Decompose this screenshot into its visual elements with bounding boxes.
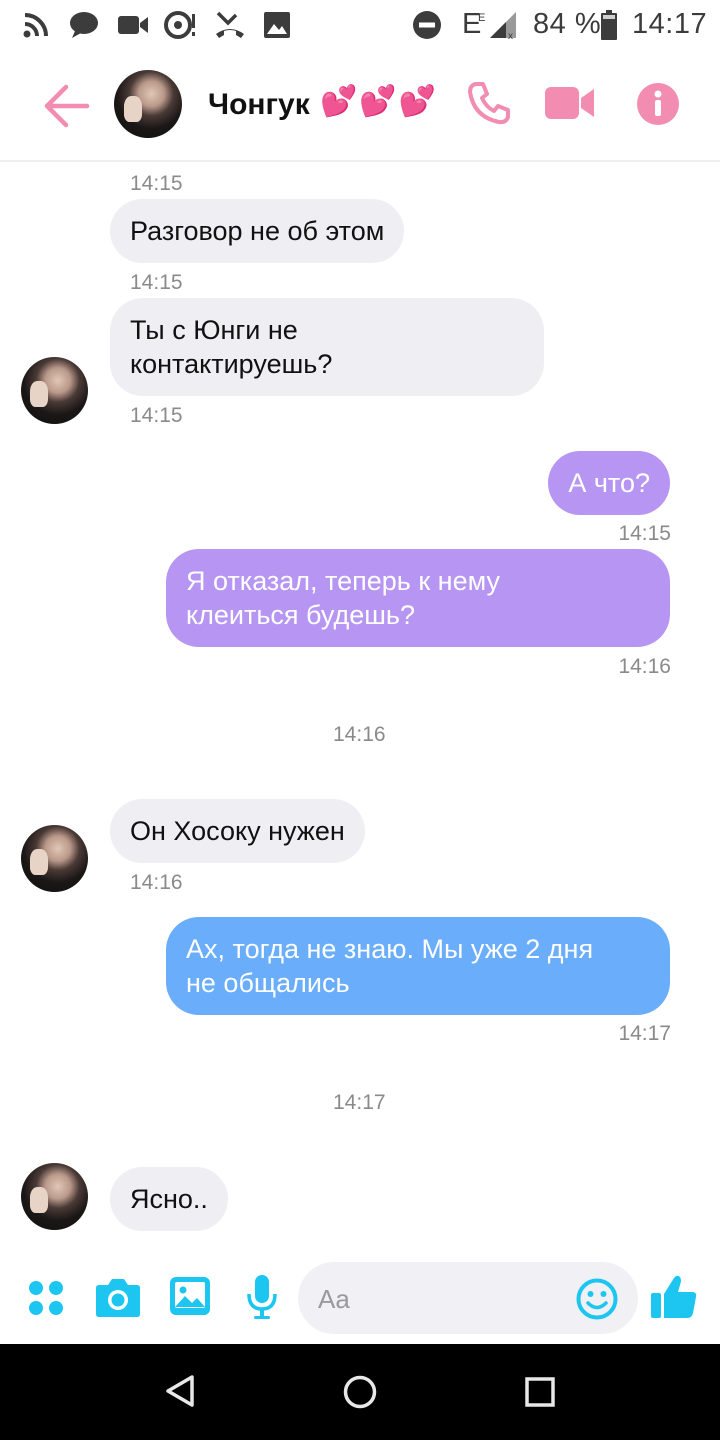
recents-square-icon[interactable] <box>525 1377 555 1412</box>
back-arrow-icon[interactable] <box>44 84 90 128</box>
dnd-icon <box>412 10 442 40</box>
image-icon <box>262 10 292 40</box>
message-timestamp: 14:15 <box>618 522 671 545</box>
message-timestamp: 14:16 <box>618 655 671 678</box>
name-emoji: 💕💕💕 <box>320 85 439 118</box>
sender-avatar[interactable] <box>21 357 88 424</box>
missed-call-icon <box>214 10 246 40</box>
sync-icon <box>162 10 198 40</box>
phone-icon[interactable] <box>466 80 512 131</box>
message-timestamp: 14:15 <box>130 172 183 195</box>
message-timestamp: 14:15 <box>130 271 183 294</box>
camera-icon[interactable] <box>95 1276 141 1323</box>
system-nav-bar <box>0 1344 720 1440</box>
time-divider: 14:16 <box>333 723 386 746</box>
apps-icon[interactable] <box>28 1280 64 1321</box>
conversation-header: Чонгук 💕💕💕 <box>0 50 720 162</box>
message-composer: Aa <box>0 1252 720 1344</box>
emoji-icon[interactable] <box>576 1278 618 1325</box>
incoming-message[interactable]: Он Хосоку нужен <box>110 799 365 863</box>
outgoing-message[interactable]: А что? <box>548 451 670 515</box>
incoming-message[interactable]: Ясно.. <box>110 1167 228 1231</box>
message-text: Он Хосоку нужен <box>130 816 345 846</box>
message-text: А что? <box>568 468 650 498</box>
sender-avatar[interactable] <box>21 825 88 892</box>
video-icon <box>116 10 150 40</box>
message-line: Ты с Юнги не <box>130 315 298 345</box>
message-line: контактируешь? <box>130 349 333 379</box>
signal-icon: Ex <box>478 10 518 40</box>
info-icon[interactable] <box>636 82 680 131</box>
battery-percent: 84 % <box>533 8 602 40</box>
outgoing-message[interactable]: Я отказал, теперь к нему клеиться будешь… <box>166 549 670 647</box>
microphone-icon[interactable] <box>246 1274 278 1325</box>
contact-name[interactable]: Чонгук <box>208 88 310 122</box>
status-bar: E Ex 84 % 14:17 <box>0 0 720 50</box>
battery-icon <box>600 10 618 40</box>
message-line: Ах, тогда не знаю. Мы уже 2 дня <box>186 934 594 964</box>
message-line: клеиться будешь? <box>186 600 416 630</box>
back-triangle-icon[interactable] <box>164 1374 196 1413</box>
svg-text:E: E <box>478 12 485 24</box>
time-divider: 14:17 <box>333 1091 386 1114</box>
contact-avatar[interactable] <box>114 70 182 138</box>
message-input-placeholder: Aa <box>318 1284 350 1314</box>
message-timestamp: 14:17 <box>618 1022 671 1045</box>
incoming-message[interactable]: Разговор не об этом <box>110 199 405 263</box>
message-timestamp: 14:16 <box>130 871 183 894</box>
video-camera-icon[interactable] <box>544 84 596 127</box>
message-text: Разговор не об этом <box>130 216 385 246</box>
message-line: Я отказал, теперь к нему <box>186 566 500 596</box>
clock: 14:17 <box>632 8 708 40</box>
chat-icon <box>68 10 100 40</box>
outgoing-message[interactable]: Ах, тогда не знаю. Мы уже 2 дня не общал… <box>166 917 670 1015</box>
message-line: не общались <box>186 968 350 998</box>
sender-avatar[interactable] <box>21 1163 88 1230</box>
message-timestamp: 14:15 <box>130 404 183 427</box>
home-circle-icon[interactable] <box>343 1375 377 1414</box>
message-text: Ясно.. <box>130 1184 208 1214</box>
rss-icon <box>22 10 50 40</box>
incoming-message[interactable]: Ты с Юнги не контактируешь? <box>110 298 544 396</box>
gallery-icon[interactable] <box>169 1276 211 1321</box>
svg-text:x: x <box>508 31 513 40</box>
thumbs-up-icon[interactable] <box>650 1274 698 1325</box>
